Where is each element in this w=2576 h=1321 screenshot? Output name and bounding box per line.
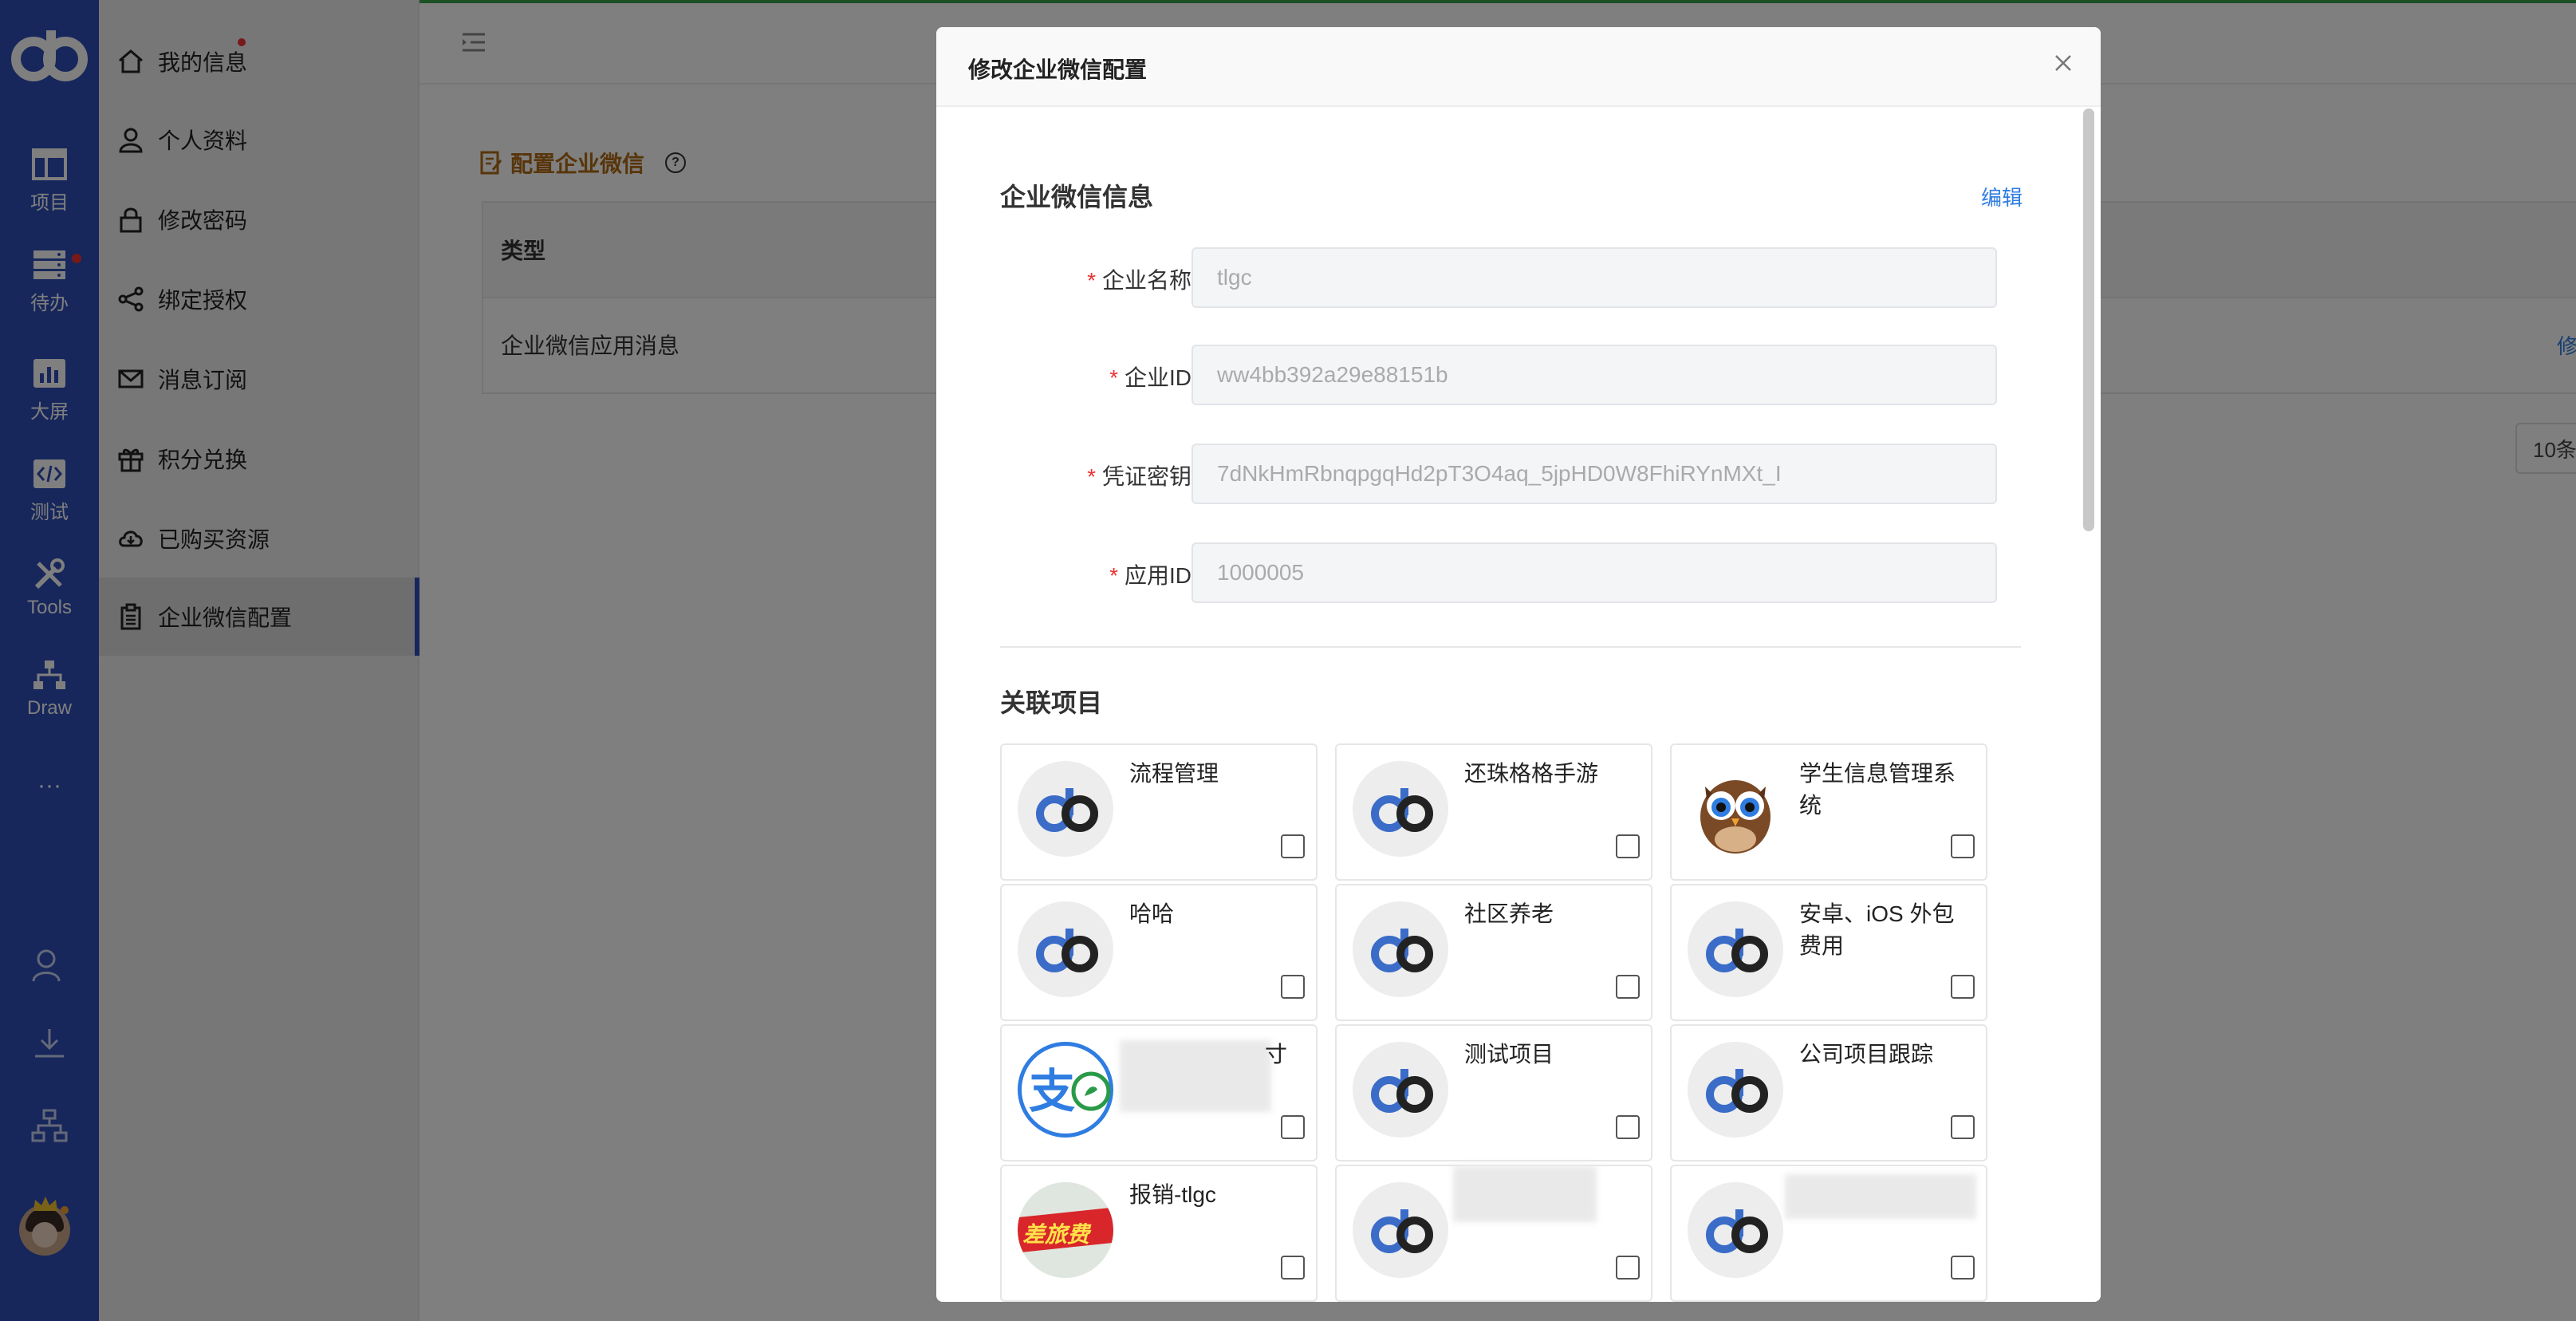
section-title-wecom-info: 企业微信信息: [1000, 183, 1154, 211]
secret-input[interactable]: 7dNkHmRbnqpgqHd2pT3O4aq_5jpHD0W8FhiRYnMX…: [1191, 444, 1997, 504]
alipay-logo-icon: 支: [1018, 1042, 1113, 1138]
project-name: 还珠格格手游: [1464, 761, 1599, 786]
project-card[interactable]: [1335, 1165, 1652, 1302]
project-card[interactable]: 哈哈: [1000, 884, 1318, 1021]
project-name: 公司项目跟踪: [1799, 1042, 1934, 1067]
project-checkbox[interactable]: [1281, 1115, 1305, 1139]
db-logo-icon: [1706, 1209, 1768, 1253]
project-checkbox[interactable]: [1951, 834, 1975, 858]
project-avatar: [1018, 761, 1113, 857]
project-avatar: [1688, 761, 1783, 857]
svg-text:支: 支: [1029, 1064, 1075, 1118]
project-card[interactable]: 社区养老: [1335, 884, 1652, 1021]
project-card[interactable]: 还珠格格手游: [1335, 743, 1652, 881]
field-label-corp-name: * 企业名称: [1087, 268, 1191, 293]
project-card[interactable]: 流程管理: [1000, 743, 1318, 881]
project-avatar: [1688, 1042, 1783, 1138]
travel-expense-text: 差旅费: [1022, 1222, 1090, 1247]
project-checkbox[interactable]: [1616, 1256, 1640, 1280]
blurred-region: [1785, 1174, 1976, 1219]
modal-scrollbar[interactable]: [2083, 108, 2094, 531]
project-card[interactable]: [1670, 1165, 1987, 1302]
db-logo-icon: [1036, 929, 1098, 972]
project-avatar: [1353, 1042, 1448, 1138]
project-checkbox[interactable]: [1616, 975, 1640, 999]
db-logo-icon: [1036, 788, 1098, 832]
project-checkbox[interactable]: [1951, 975, 1975, 999]
project-card[interactable]: 差旅费 报销-tlgc: [1000, 1165, 1318, 1302]
project-avatar: 差旅费: [1018, 1182, 1113, 1278]
field-label-secret: * 凭证密钥: [1087, 464, 1191, 489]
modal-header: 修改企业微信配置: [936, 27, 2101, 107]
db-logo-icon: [1371, 788, 1433, 832]
db-logo-icon: [1706, 1069, 1768, 1113]
corp-name-input[interactable]: tlgc: [1191, 247, 1997, 308]
project-card[interactable]: 学生信息管理系统: [1670, 743, 1987, 881]
project-avatar: [1688, 901, 1783, 997]
project-avatar: [1688, 1182, 1783, 1278]
project-name: 哈哈: [1129, 901, 1175, 926]
db-logo-icon: [1706, 929, 1768, 972]
project-name: 学生信息管理系统: [1799, 761, 1956, 818]
edit-button[interactable]: 编辑: [1981, 182, 2023, 211]
project-card[interactable]: 测试项目: [1335, 1024, 1652, 1161]
field-label-corp-id: * 企业ID: [1109, 365, 1191, 390]
close-icon[interactable]: [2051, 51, 2075, 75]
section-title-related-projects: 关联项目: [1000, 688, 1103, 717]
project-name: 寸: [1265, 1042, 1288, 1067]
project-checkbox[interactable]: [1616, 1115, 1640, 1139]
project-checkbox[interactable]: [1616, 834, 1640, 858]
project-checkbox[interactable]: [1281, 834, 1305, 858]
project-avatar: 支: [1018, 1042, 1113, 1138]
field-label-app-id: * 应用ID: [1109, 563, 1191, 588]
project-avatar: [1018, 901, 1113, 997]
blurred-region: [1453, 1166, 1597, 1222]
app-id-input[interactable]: 1000005: [1191, 542, 1997, 603]
corp-id-input[interactable]: ww4bb392a29e88151b: [1191, 345, 1997, 405]
project-name: 安卓、iOS 外包费用: [1799, 901, 1955, 958]
project-checkbox[interactable]: [1951, 1115, 1975, 1139]
section-divider: [1000, 646, 2021, 648]
db-logo-icon: [1371, 1209, 1433, 1253]
project-name: 社区养老: [1464, 901, 1554, 926]
project-checkbox[interactable]: [1281, 1256, 1305, 1280]
edit-wecom-modal: 修改企业微信配置 企业微信信息 编辑 * 企业名称 tlgc * 企业ID ww4b…: [936, 27, 2101, 1302]
db-logo-icon: [1371, 1069, 1433, 1113]
project-name: 报销-tlgc: [1129, 1182, 1216, 1207]
project-card[interactable]: 公司项目跟踪: [1670, 1024, 1987, 1161]
project-avatar: [1353, 901, 1448, 997]
project-avatar: [1353, 761, 1448, 857]
project-card[interactable]: 支 寸: [1000, 1024, 1318, 1161]
project-checkbox[interactable]: [1281, 975, 1305, 999]
project-name: 测试项目: [1464, 1042, 1554, 1067]
db-logo-icon: [1371, 929, 1433, 972]
project-checkbox[interactable]: [1951, 1256, 1975, 1280]
project-avatar: [1353, 1182, 1448, 1278]
owl-icon: [1700, 780, 1771, 854]
project-card[interactable]: 安卓、iOS 外包费用: [1670, 884, 1987, 1021]
project-name: 流程管理: [1129, 761, 1219, 786]
blurred-region: [1120, 1040, 1271, 1112]
modal-title: 修改企业微信配置: [968, 57, 1148, 82]
